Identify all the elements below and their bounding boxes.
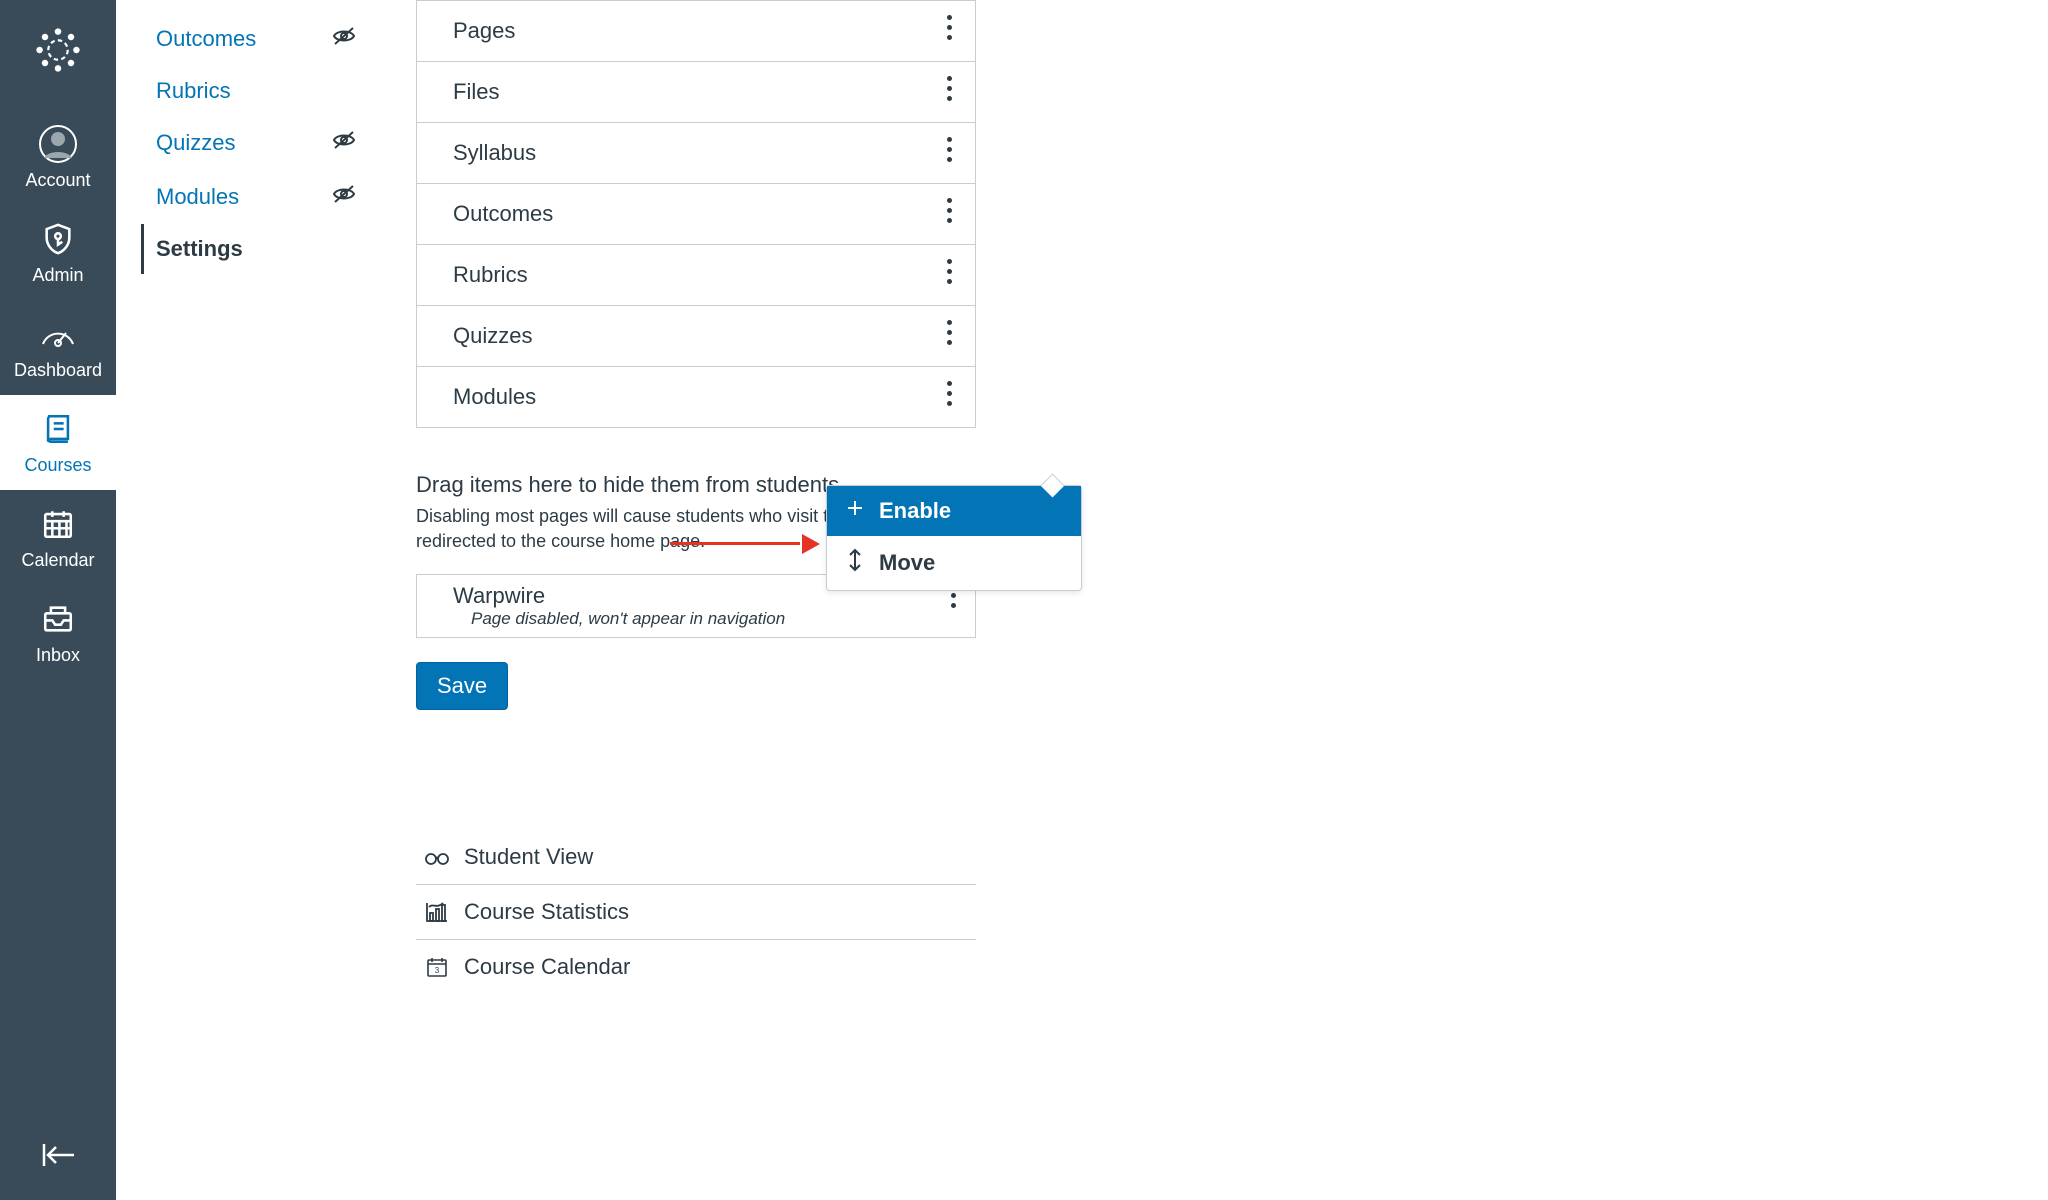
- nav-item-label: Rubrics: [453, 262, 528, 288]
- nav-item-modules[interactable]: Modules: [417, 367, 975, 428]
- nav-item-label: Files: [453, 79, 499, 105]
- nav-item-label: Outcomes: [453, 201, 553, 227]
- glasses-icon: [424, 848, 450, 866]
- popup-option-label: Enable: [879, 498, 951, 524]
- course-nav-quizzes[interactable]: Quizzes: [156, 116, 396, 170]
- app-logo[interactable]: [28, 20, 88, 80]
- popup-enable-option[interactable]: Enable: [827, 486, 1081, 536]
- course-nav-outcomes[interactable]: Outcomes: [156, 12, 396, 66]
- nav-item-syllabus[interactable]: Syllabus: [417, 123, 975, 184]
- global-nav-courses-label: Courses: [24, 455, 91, 476]
- course-nav: Outcomes Rubrics Quizzes Modules Setting…: [116, 0, 396, 1200]
- nav-item-files[interactable]: Files: [417, 62, 975, 123]
- global-nav-admin-label: Admin: [32, 265, 83, 286]
- course-nav-modules[interactable]: Modules: [156, 170, 396, 224]
- enabled-nav-list: Pages Files Syllabus Outcomes Rubrics Qu…: [416, 0, 976, 428]
- global-nav-inbox[interactable]: Inbox: [0, 585, 116, 680]
- save-button[interactable]: Save: [416, 662, 508, 710]
- global-nav-calendar-label: Calendar: [21, 550, 94, 571]
- calendar-icon: [36, 502, 80, 546]
- nav-item-pages[interactable]: Pages: [417, 1, 975, 62]
- nav-item-quizzes[interactable]: Quizzes: [417, 306, 975, 367]
- kebab-menu-button[interactable]: [943, 316, 957, 356]
- course-nav-label: Modules: [156, 184, 239, 210]
- course-nav-label: Settings: [156, 236, 243, 262]
- course-calendar-link[interactable]: 3 Course Calendar: [416, 940, 976, 994]
- hidden-from-students-icon: [332, 24, 356, 54]
- course-nav-label: Quizzes: [156, 130, 235, 156]
- dashboard-icon: [36, 312, 80, 356]
- collapse-nav-button[interactable]: [0, 1140, 116, 1170]
- hidden-from-students-icon: [332, 182, 356, 212]
- course-nav-label: Rubrics: [156, 78, 231, 104]
- kebab-menu-button[interactable]: [943, 377, 957, 417]
- kebab-menu-button[interactable]: [943, 72, 957, 112]
- global-nav-account[interactable]: Account: [0, 110, 116, 205]
- chart-icon: [424, 901, 450, 923]
- admin-icon: [36, 217, 80, 261]
- global-nav-courses[interactable]: Courses: [0, 395, 116, 490]
- nav-item-label: Modules: [453, 384, 536, 410]
- kebab-menu-button[interactable]: [943, 194, 957, 234]
- courses-icon: [36, 407, 80, 451]
- global-nav: Account Admin Dashboard: [0, 0, 116, 1200]
- course-nav-label: Outcomes: [156, 26, 256, 52]
- global-nav-dashboard-label: Dashboard: [14, 360, 102, 381]
- calendar-small-icon: 3: [424, 956, 450, 978]
- course-nav-settings[interactable]: Settings: [141, 224, 396, 274]
- student-view-link[interactable]: Student View: [416, 830, 976, 885]
- nav-item-label: Pages: [453, 18, 515, 44]
- move-icon: [845, 548, 865, 578]
- svg-text:3: 3: [435, 966, 440, 975]
- kebab-menu-button[interactable]: [943, 133, 957, 173]
- nav-item-label: Syllabus: [453, 140, 536, 166]
- link-label: Course Calendar: [464, 954, 630, 980]
- course-nav-rubrics[interactable]: Rubrics: [156, 66, 396, 116]
- global-nav-account-label: Account: [25, 170, 90, 191]
- kebab-menu-button[interactable]: [943, 255, 957, 295]
- link-label: Student View: [464, 844, 593, 870]
- sidebar-actions: Student View Course Statistics 3 Course …: [416, 830, 976, 994]
- course-statistics-link[interactable]: Course Statistics: [416, 885, 976, 940]
- nav-item-outcomes[interactable]: Outcomes: [417, 184, 975, 245]
- nav-item-label: Warpwire: [453, 583, 785, 609]
- plus-icon: [845, 498, 865, 524]
- kebab-popup-menu: Enable Move: [826, 485, 1082, 591]
- hidden-from-students-icon: [332, 128, 356, 158]
- nav-item-rubrics[interactable]: Rubrics: [417, 245, 975, 306]
- inbox-icon: [36, 597, 80, 641]
- kebab-menu-button[interactable]: [943, 11, 957, 51]
- popup-option-label: Move: [879, 550, 935, 576]
- nav-item-label: Quizzes: [453, 323, 532, 349]
- global-nav-inbox-label: Inbox: [36, 645, 80, 666]
- global-nav-admin[interactable]: Admin: [0, 205, 116, 300]
- global-nav-calendar[interactable]: Calendar: [0, 490, 116, 585]
- account-icon: [36, 122, 80, 166]
- link-label: Course Statistics: [464, 899, 629, 925]
- global-nav-dashboard[interactable]: Dashboard: [0, 300, 116, 395]
- annotation-arrow: [670, 534, 820, 554]
- nav-item-subtext: Page disabled, won't appear in navigatio…: [453, 609, 785, 629]
- popup-move-option[interactable]: Move: [827, 536, 1081, 590]
